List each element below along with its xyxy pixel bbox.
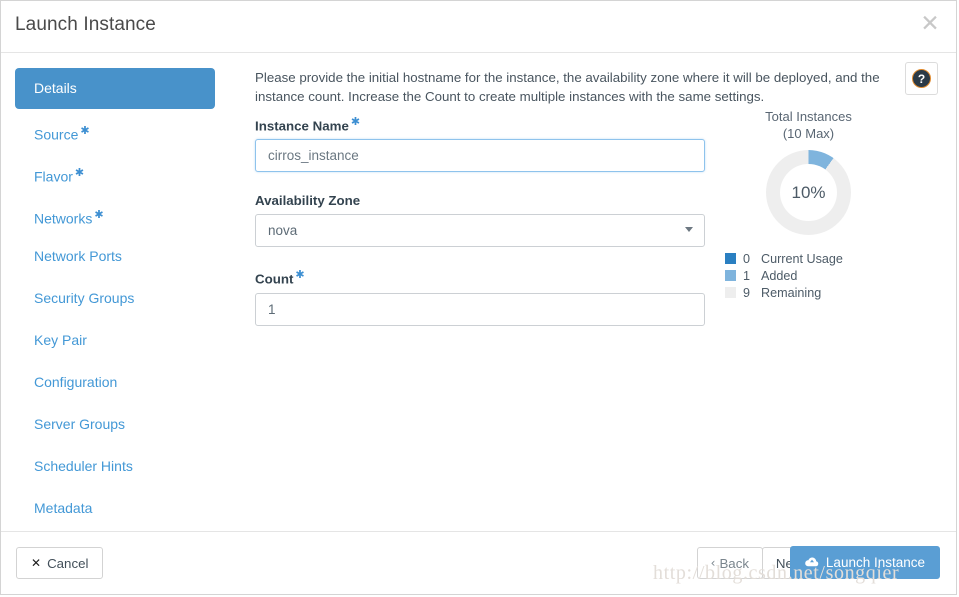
- step-description: Please provide the initial hostname for …: [255, 70, 880, 104]
- close-x-icon: ✕: [31, 556, 42, 570]
- sidebar-item-details[interactable]: Details: [15, 68, 215, 109]
- sidebar-item-key-pair[interactable]: Key Pair: [15, 320, 215, 361]
- help-button[interactable]: ?: [905, 62, 938, 95]
- sidebar-item-label: Metadata: [34, 500, 93, 516]
- required-asterisk: ✱: [94, 208, 104, 221]
- wizard-sidebar: Details Source ✱ Flavor ✱ Networks ✱ Networ…: [1, 53, 229, 531]
- required-asterisk: ✱: [80, 124, 90, 137]
- sidebar-item-configuration[interactable]: Configuration: [15, 362, 215, 403]
- legend-label: Remaining: [761, 285, 822, 300]
- availability-zone-label-text: Availability Zone: [255, 193, 361, 209]
- sidebar-item-source[interactable]: Source ✱: [15, 110, 215, 151]
- sidebar-item-label: Source: [34, 126, 79, 143]
- close-icon[interactable]: ✕: [918, 12, 942, 36]
- legend-item: 1 Added: [725, 267, 926, 284]
- legend-item: 9 Remaining: [725, 284, 926, 301]
- back-button-label: Back: [719, 555, 749, 571]
- quota-title-line1: Total Instances: [765, 109, 852, 124]
- quota-panel: Total Instances (10 Max) 10% 0 Current U…: [721, 108, 926, 301]
- quota-donut-chart: 10%: [721, 150, 896, 236]
- sidebar-item-server-groups[interactable]: Server Groups: [15, 404, 215, 445]
- sidebar-item-flavor[interactable]: Flavor ✱: [15, 152, 215, 193]
- svg-text:?: ?: [918, 72, 925, 86]
- donut-ring: 10%: [766, 150, 851, 235]
- legend-swatch-remaining: [725, 287, 736, 298]
- cancel-button[interactable]: ✕ Cancel: [16, 547, 104, 579]
- launch-instance-button-label: Launch Instance: [825, 555, 925, 570]
- sidebar-item-label: Scheduler Hints: [34, 458, 133, 474]
- sidebar-item-label: Server Groups: [34, 416, 126, 432]
- details-form: Instance Name✱ Availability Zone Count✱: [255, 115, 705, 326]
- sidebar-item-networks[interactable]: Networks ✱: [15, 194, 215, 235]
- donut-center-label: 10%: [780, 164, 837, 221]
- legend-count: 0: [743, 251, 751, 266]
- instance-name-label-text: Instance Name: [255, 118, 349, 134]
- sidebar-item-label: Details: [34, 80, 77, 96]
- instance-name-label: Instance Name ✱: [255, 115, 705, 133]
- sidebar-item-scheduler-hints[interactable]: Scheduler Hints: [15, 446, 215, 487]
- availability-zone-label: Availability Zone: [255, 193, 705, 208]
- legend-item: 0 Current Usage: [725, 250, 926, 267]
- cloud-upload-icon: [805, 557, 819, 568]
- quota-legend: 0 Current Usage 1 Added 9 Remaining: [725, 250, 926, 301]
- count-label-text: Count: [255, 271, 294, 287]
- dialog-footer: ✕ Cancel ‹ Back Next › Launch Instance: [1, 532, 956, 594]
- legend-label: Added: [761, 268, 798, 283]
- count-input[interactable]: [255, 292, 705, 326]
- availability-zone-select-wrap: [255, 214, 705, 248]
- quota-title: Total Instances (10 Max): [721, 108, 896, 142]
- count-label: Count ✱: [255, 268, 705, 286]
- sidebar-item-label: Network Ports: [34, 248, 122, 264]
- launch-instance-dialog: Launch Instance ✕ Details Source ✱ Flavor…: [0, 0, 957, 595]
- help-circle-icon: ?: [912, 69, 931, 88]
- chevron-left-icon: ‹: [710, 556, 716, 570]
- sidebar-item-security-groups[interactable]: Security Groups: [15, 278, 215, 319]
- legend-swatch-added: [725, 270, 736, 281]
- legend-count: 1: [743, 268, 751, 283]
- sidebar-item-label: Key Pair: [34, 332, 87, 348]
- page-title: Launch Instance: [15, 14, 156, 35]
- dialog-header: Launch Instance ✕: [1, 1, 956, 53]
- required-asterisk: ✱: [350, 115, 361, 128]
- required-asterisk: ✱: [295, 268, 305, 282]
- instance-name-input[interactable]: [255, 139, 705, 173]
- dialog-body: Details Source ✱ Flavor ✱ Networks ✱ Networ…: [1, 53, 956, 532]
- details-step-panel: Please provide the initial hostname for …: [229, 53, 956, 531]
- availability-zone-select[interactable]: [255, 214, 705, 248]
- sidebar-item-label: Flavor: [34, 168, 73, 185]
- sidebar-item-network-ports[interactable]: Network Ports: [15, 236, 215, 277]
- back-button[interactable]: ‹ Back: [696, 547, 763, 579]
- launch-instance-button[interactable]: Launch Instance: [789, 546, 940, 579]
- required-asterisk: ✱: [74, 166, 85, 179]
- legend-count: 9: [743, 285, 751, 300]
- cancel-button-label: Cancel: [47, 555, 89, 571]
- sidebar-item-label: Configuration: [34, 374, 118, 390]
- sidebar-item-label: Security Groups: [34, 290, 135, 306]
- quota-title-line2: (10 Max): [782, 126, 835, 141]
- legend-label: Current Usage: [761, 251, 843, 266]
- sidebar-item-metadata[interactable]: Metadata: [15, 488, 215, 529]
- legend-swatch-current-usage: [725, 253, 736, 264]
- sidebar-item-label: Networks: [34, 210, 93, 227]
